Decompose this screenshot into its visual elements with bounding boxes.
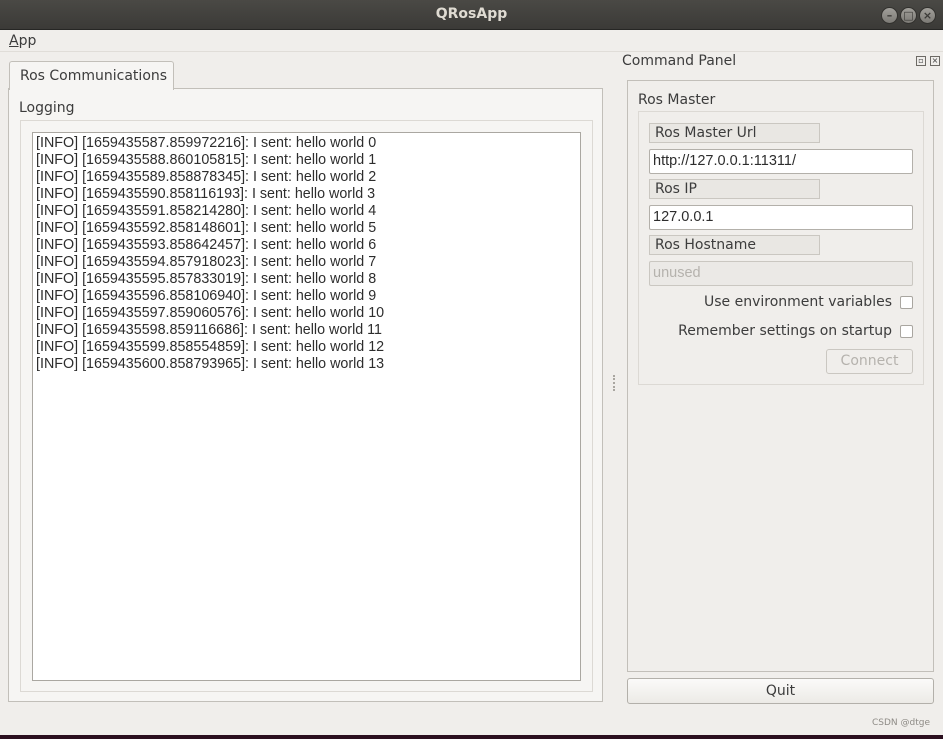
master-url-input[interactable]: http://127.0.0.1:11311/	[649, 149, 913, 174]
dock-float-icon[interactable]: ▫	[916, 56, 926, 66]
connect-button[interactable]: Connect	[826, 349, 913, 374]
ros-hostname-label: Ros Hostname	[649, 235, 820, 255]
splitter-handle[interactable]	[613, 375, 615, 391]
dock-title: Command Panel	[622, 53, 737, 69]
tab-label: Ros Communications	[20, 68, 168, 84]
menu-app[interactable]: App	[9, 33, 36, 49]
maximize-button[interactable]: □	[900, 7, 917, 24]
remember-settings-row[interactable]: Remember settings on startup	[678, 323, 913, 339]
log-list[interactable]: [INFO] [1659435587.859972216]: I sent: h…	[32, 132, 581, 681]
logging-group-title: Logging	[19, 100, 75, 116]
remember-settings-label: Remember settings on startup	[678, 323, 892, 339]
menu-bar: App	[0, 30, 943, 52]
log-line[interactable]: [INFO] [1659435599.858554859]: I sent: h…	[36, 339, 580, 356]
title-bar[interactable]: QRosApp – □ ×	[0, 0, 943, 30]
dock-close-icon[interactable]: ×	[930, 56, 940, 66]
close-button[interactable]: ×	[919, 7, 936, 24]
use-env-row[interactable]: Use environment variables	[704, 294, 913, 310]
ros-master-group-title: Ros Master	[638, 92, 716, 108]
ros-ip-label: Ros IP	[649, 179, 820, 199]
menu-app-label: pp	[18, 33, 37, 49]
tab-ros-communications[interactable]: Ros Communications	[9, 61, 174, 90]
menu-app-mnemonic: A	[9, 33, 19, 49]
tab-panel: Logging [INFO] [1659435587.859972216]: I…	[8, 88, 603, 702]
logging-group: [INFO] [1659435587.859972216]: I sent: h…	[20, 120, 593, 692]
watermark: CSDN @dtge	[872, 718, 931, 728]
log-line[interactable]: [INFO] [1659435589.858878345]: I sent: h…	[36, 169, 580, 186]
log-line[interactable]: [INFO] [1659435597.859060576]: I sent: h…	[36, 305, 580, 322]
log-line[interactable]: [INFO] [1659435595.857833019]: I sent: h…	[36, 271, 580, 288]
log-line[interactable]: [INFO] [1659435590.858116193]: I sent: h…	[36, 186, 580, 203]
command-panel: Ros Master Ros Master Url http://127.0.0…	[627, 80, 934, 672]
log-line[interactable]: [INFO] [1659435596.858106940]: I sent: h…	[36, 288, 580, 305]
remember-settings-checkbox[interactable]	[900, 324, 913, 338]
ros-master-group: Ros Master Url http://127.0.0.1:11311/ R…	[638, 111, 924, 385]
log-line[interactable]: [INFO] [1659435598.859116686]: I sent: h…	[36, 322, 580, 339]
log-line[interactable]: [INFO] [1659435587.859972216]: I sent: h…	[36, 135, 580, 152]
ros-ip-input[interactable]: 127.0.0.1	[649, 205, 913, 230]
use-env-checkbox[interactable]	[900, 295, 913, 309]
log-line[interactable]: [INFO] [1659435592.858148601]: I sent: h…	[36, 220, 580, 237]
window-title: QRosApp	[435, 6, 508, 22]
quit-button[interactable]: Quit	[627, 678, 934, 704]
log-line[interactable]: [INFO] [1659435594.857918023]: I sent: h…	[36, 254, 580, 271]
log-line[interactable]: [INFO] [1659435588.860105815]: I sent: h…	[36, 152, 580, 169]
log-line[interactable]: [INFO] [1659435593.858642457]: I sent: h…	[36, 237, 580, 254]
log-line[interactable]: [INFO] [1659435600.858793965]: I sent: h…	[36, 356, 580, 373]
use-env-label: Use environment variables	[704, 294, 892, 310]
log-line[interactable]: [INFO] [1659435591.858214280]: I sent: h…	[36, 203, 580, 220]
minimize-button[interactable]: –	[881, 7, 898, 24]
ros-hostname-input[interactable]: unused	[649, 261, 913, 286]
master-url-label: Ros Master Url	[649, 123, 820, 143]
app-window: QRosApp – □ × App Ros Communications Log…	[0, 0, 943, 735]
